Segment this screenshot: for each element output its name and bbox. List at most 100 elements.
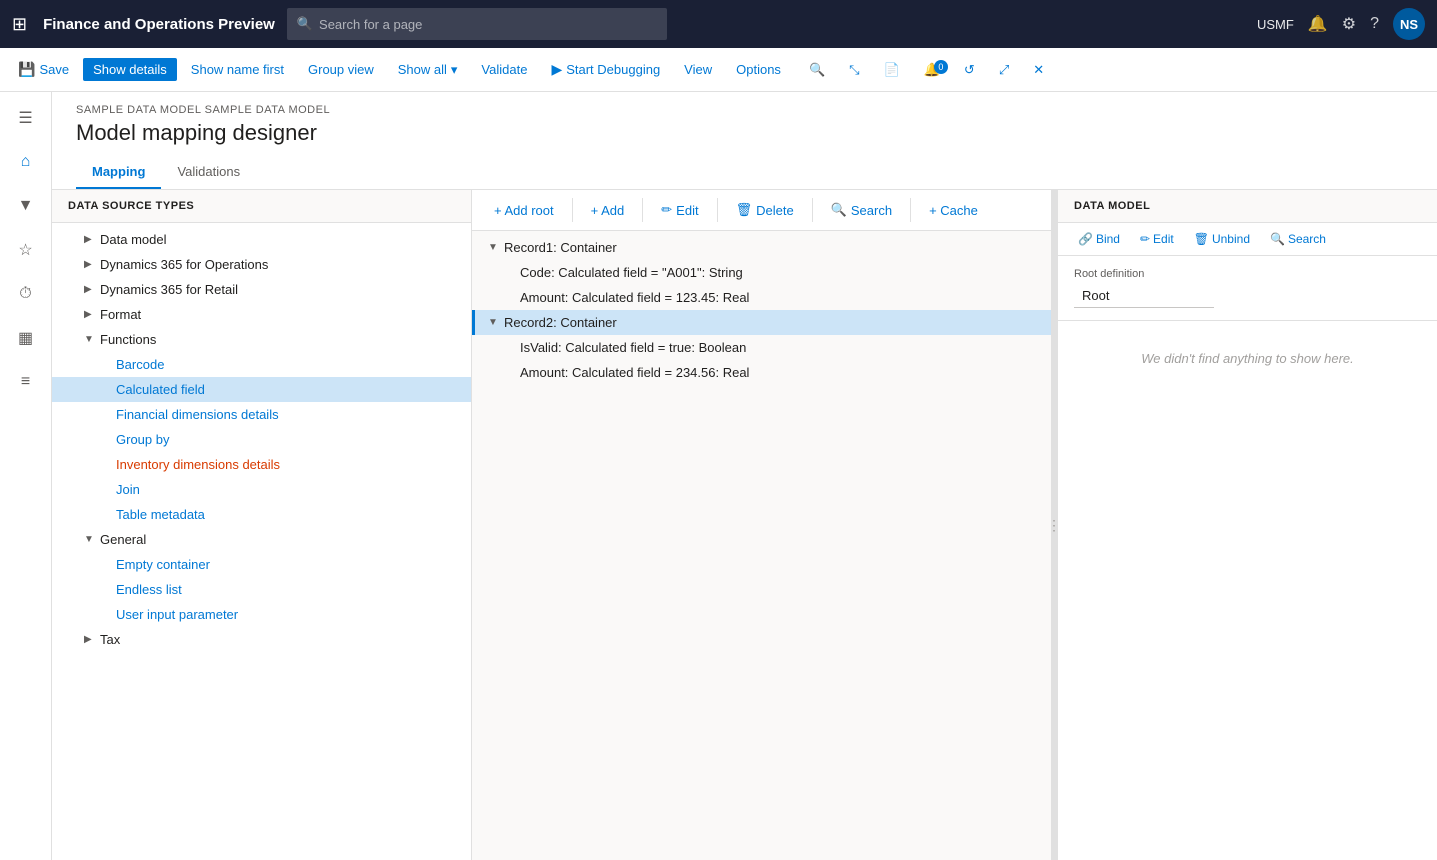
tree-item-d365-retail[interactable]: ▶ Dynamics 365 for Retail bbox=[52, 277, 471, 302]
tree-item-join[interactable]: Join bbox=[52, 477, 471, 502]
show-all-button[interactable]: Show all ▾ bbox=[388, 58, 468, 82]
open-new-button[interactable]: ⤢ bbox=[989, 58, 1019, 82]
main-layout: ☰ ⌂ ▼ ☆ ⏱ ▦ ≡ SAMPLE DATA MODEL SAMPLE D… bbox=[0, 92, 1437, 860]
global-search-bar[interactable]: 🔍 bbox=[287, 8, 667, 40]
group-view-button[interactable]: Group view bbox=[298, 58, 384, 81]
ds-item-amount2[interactable]: Amount: Calculated field = 234.56: Real bbox=[472, 360, 1051, 385]
global-search-input[interactable] bbox=[319, 17, 657, 32]
dm-search-icon: 🔍 bbox=[1270, 232, 1285, 246]
root-definition-label: Root definition bbox=[1074, 268, 1421, 280]
search-cmd-icon: 🔍 bbox=[809, 62, 825, 78]
doc-button[interactable]: 📄 bbox=[874, 58, 910, 82]
dm-edit-button[interactable]: ✏ Edit bbox=[1132, 229, 1182, 249]
search-ds-icon: 🔍 bbox=[831, 202, 847, 218]
tree-item-tax[interactable]: ▶ Tax bbox=[52, 627, 471, 652]
edit-button[interactable]: ✏ Edit bbox=[651, 198, 708, 222]
options-button[interactable]: Options bbox=[726, 58, 791, 81]
add-root-button[interactable]: + Add root bbox=[484, 199, 564, 222]
empty-message: We didn't find anything to show here. bbox=[1058, 321, 1437, 396]
sidebar-list-icon[interactable]: ≡ bbox=[8, 364, 44, 400]
bind-icon: 🔗 bbox=[1078, 232, 1093, 246]
tree-item-d365-ops[interactable]: ▶ Dynamics 365 for Operations bbox=[52, 252, 471, 277]
save-label: Save bbox=[39, 62, 69, 77]
data-model-header: DATA MODEL bbox=[1058, 190, 1437, 223]
user-avatar[interactable]: NS bbox=[1393, 8, 1425, 40]
tree-item-data-model[interactable]: ▶ Data model bbox=[52, 227, 471, 252]
tree-item-empty-container[interactable]: Empty container bbox=[52, 552, 471, 577]
top-nav: ⊞ Finance and Operations Preview 🔍 USMF … bbox=[0, 0, 1437, 48]
tree-item-calculated-field[interactable]: Calculated field bbox=[52, 377, 471, 402]
tab-validations[interactable]: Validations bbox=[161, 156, 256, 189]
bind-button[interactable]: 🔗 Bind bbox=[1070, 229, 1128, 249]
view-label: View bbox=[684, 62, 712, 77]
tree-item-general[interactable]: ▼ General bbox=[52, 527, 471, 552]
expand-icon-format: ▶ bbox=[84, 309, 100, 320]
breadcrumb: SAMPLE DATA MODEL SAMPLE DATA MODEL bbox=[76, 104, 1413, 116]
sidebar-menu-icon[interactable]: ☰ bbox=[8, 100, 44, 136]
left-sidebar: ☰ ⌂ ▼ ☆ ⏱ ▦ ≡ bbox=[0, 92, 52, 860]
delete-icon: 🗑 bbox=[736, 202, 753, 218]
show-all-chevron-icon: ▾ bbox=[451, 62, 458, 78]
ds-item-record2[interactable]: ▼ Record2: Container bbox=[472, 310, 1051, 335]
ds-item-amount1[interactable]: Amount: Calculated field = 123.45: Real bbox=[472, 285, 1051, 310]
notification-icon[interactable]: 🔔 bbox=[1308, 14, 1328, 34]
ds-item-record1[interactable]: ▼ Record1: Container bbox=[472, 235, 1051, 260]
dm-edit-icon: ✏ bbox=[1140, 232, 1150, 246]
refresh-button[interactable]: ↺ bbox=[954, 58, 985, 82]
sidebar-grid-icon[interactable]: ▦ bbox=[8, 320, 44, 356]
start-debugging-label: Start Debugging bbox=[566, 62, 660, 77]
root-definition-value: Root bbox=[1074, 284, 1214, 308]
tree-item-table-metadata[interactable]: Table metadata bbox=[52, 502, 471, 527]
dm-search-button[interactable]: 🔍 Search bbox=[1262, 229, 1334, 249]
tree-item-functions[interactable]: ▼ Functions bbox=[52, 327, 471, 352]
expand-icon-general: ▼ bbox=[84, 534, 100, 545]
root-definition-section: Root definition Root bbox=[1058, 256, 1437, 321]
datasource-types-header: DATA SOURCE TYPES bbox=[52, 190, 471, 223]
unbind-button[interactable]: 🗑 Unbind bbox=[1186, 229, 1258, 249]
show-details-button[interactable]: Show details bbox=[83, 58, 177, 81]
expand-icon-record2: ▼ bbox=[488, 317, 504, 328]
sidebar-star-icon[interactable]: ☆ bbox=[8, 232, 44, 268]
tree-item-group-by[interactable]: Group by bbox=[52, 427, 471, 452]
delete-button[interactable]: 🗑 Delete bbox=[726, 198, 804, 222]
tree-item-endless-list[interactable]: Endless list bbox=[52, 577, 471, 602]
close-button[interactable]: ✕ bbox=[1023, 58, 1054, 82]
sidebar-filter-icon[interactable]: ▼ bbox=[8, 188, 44, 224]
command-bar: 💾 Save Show details Show name first Grou… bbox=[0, 48, 1437, 92]
ds-item-isvalid[interactable]: IsValid: Calculated field = true: Boolea… bbox=[472, 335, 1051, 360]
badge-button[interactable]: 🔔 0 bbox=[914, 58, 950, 82]
settings-icon[interactable]: ⚙ bbox=[1342, 14, 1356, 34]
doc-icon: 📄 bbox=[884, 62, 900, 78]
expand-icon-record1: ▼ bbox=[488, 242, 504, 253]
tree-item-user-input[interactable]: User input parameter bbox=[52, 602, 471, 627]
show-name-first-button[interactable]: Show name first bbox=[181, 58, 294, 81]
options-label: Options bbox=[736, 62, 781, 77]
cross-arrows-button[interactable]: ⤡ bbox=[839, 58, 869, 82]
save-button[interactable]: 💾 Save bbox=[8, 57, 79, 82]
add-button[interactable]: + Add bbox=[581, 199, 635, 222]
cache-button[interactable]: + Cache bbox=[919, 199, 988, 222]
search-cmd-button[interactable]: 🔍 bbox=[799, 58, 835, 82]
datasource-toolbar: + Add root + Add ✏ Edit 🗑 Delete bbox=[472, 190, 1051, 231]
tree-item-format[interactable]: ▶ Format bbox=[52, 302, 471, 327]
show-details-label: Show details bbox=[93, 62, 167, 77]
left-panel: DATA SOURCE TYPES ▶ Data model ▶ Dynamic… bbox=[52, 190, 472, 860]
help-icon[interactable]: ? bbox=[1370, 15, 1379, 33]
tree-item-inventory-dims[interactable]: Inventory dimensions details bbox=[52, 452, 471, 477]
sidebar-clock-icon[interactable]: ⏱ bbox=[8, 276, 44, 312]
cross-arrows-icon: ⤡ bbox=[849, 62, 859, 78]
view-button[interactable]: View bbox=[674, 58, 722, 81]
tree-item-barcode[interactable]: Barcode bbox=[52, 352, 471, 377]
ds-item-code[interactable]: Code: Calculated field = "A001": String bbox=[472, 260, 1051, 285]
tree-item-financial-dims[interactable]: Financial dimensions details bbox=[52, 402, 471, 427]
expand-icon-tax: ▶ bbox=[84, 634, 100, 645]
page-header: SAMPLE DATA MODEL SAMPLE DATA MODEL Mode… bbox=[52, 92, 1437, 190]
tab-mapping[interactable]: Mapping bbox=[76, 156, 161, 189]
waffle-icon[interactable]: ⊞ bbox=[12, 14, 27, 35]
page-tabs: Mapping Validations bbox=[76, 156, 1413, 189]
search-ds-button[interactable]: 🔍 Search bbox=[821, 198, 902, 222]
validate-button[interactable]: Validate bbox=[471, 58, 537, 81]
group-view-label: Group view bbox=[308, 62, 374, 77]
sidebar-home-icon[interactable]: ⌂ bbox=[8, 144, 44, 180]
start-debugging-button[interactable]: ▶ Start Debugging bbox=[541, 57, 670, 82]
